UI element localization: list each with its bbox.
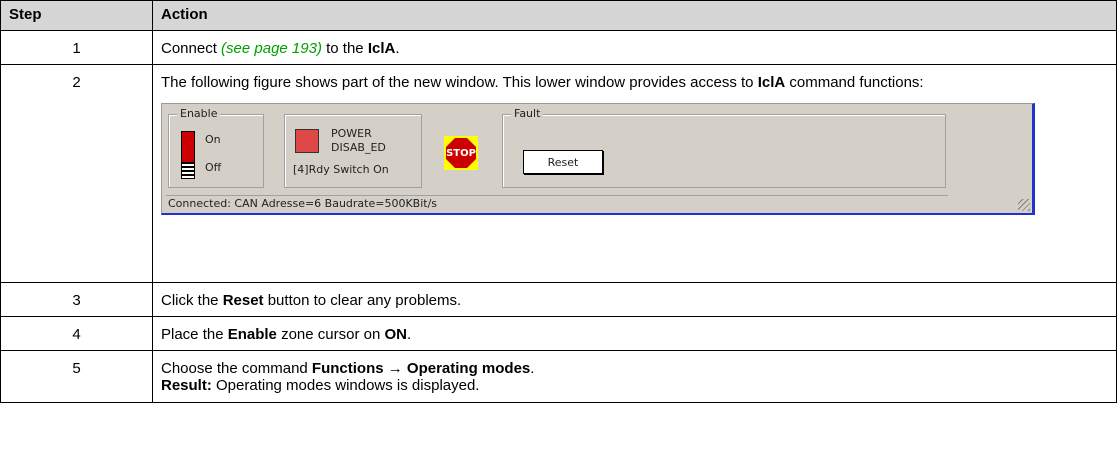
action-header: Action [152, 0, 1117, 31]
action-text: The following figure shows part of the n… [161, 74, 758, 91]
button-name: Reset [222, 292, 264, 309]
command-window-figure: Enable On Off POWER DISAB_ED [4]Rdy Swit… [161, 103, 1035, 215]
action-text: Place the [161, 326, 228, 343]
step-header: Step [0, 0, 153, 31]
power-status-label: DISAB_ED [331, 141, 386, 154]
fault-group-title: Fault [511, 107, 544, 120]
table-row: 4 Place the Enable zone cursor on ON. [0, 316, 1117, 351]
device-name: IclA [367, 40, 396, 57]
step-number: 5 [0, 350, 153, 403]
zone-name: Enable [227, 326, 277, 343]
step-action: Place the Enable zone cursor on ON. [152, 316, 1117, 351]
power-led-indicator [295, 129, 319, 153]
stop-icon: STOP [446, 138, 476, 168]
switch-off-label: Off [205, 161, 222, 174]
action-text: command functions: [785, 74, 924, 91]
action-text: . [395, 40, 400, 57]
action-text: button to clear any problems. [263, 292, 462, 309]
page-link[interactable]: (see page 193) [221, 40, 322, 57]
table-row: 1 Connect (see page 193) to the IclA. [0, 30, 1117, 65]
device-name: IclA [757, 74, 786, 91]
result-text: Operating modes windows is displayed. [211, 377, 480, 394]
step-action: Choose the command Functions → Operating… [152, 350, 1117, 403]
action-paragraph: Choose the command Functions → Operating… [161, 360, 1108, 377]
action-text: Choose the command [161, 360, 312, 377]
table-row: 5 Choose the command Functions → Operati… [0, 350, 1117, 403]
table-row: 3 Click the Reset button to clear any pr… [0, 282, 1117, 317]
device-state-label: [4]Rdy Switch On [293, 163, 389, 176]
steps-table: Step Action 1 Connect (see page 193) to … [0, 0, 1117, 403]
power-state-group: POWER DISAB_ED [4]Rdy Switch On [284, 114, 422, 188]
action-paragraph: The following figure shows part of the n… [161, 74, 1108, 91]
enable-group-title: Enable [177, 107, 221, 120]
action-text: . [406, 326, 412, 343]
action-text: Connect [161, 40, 222, 57]
enable-switch[interactable] [181, 131, 195, 179]
table-row: 2 The following figure shows part of the… [0, 64, 1117, 283]
connection-status-bar: Connected: CAN Adresse=6 Baudrate=500KBi… [166, 195, 948, 212]
result-label: Result: [161, 377, 212, 394]
action-text: zone cursor on [276, 326, 385, 343]
fault-group: Fault Reset [502, 107, 946, 188]
step-action: Click the Reset button to clear any prob… [152, 282, 1117, 317]
cursor-value: ON [384, 326, 407, 343]
step-number: 1 [0, 30, 153, 65]
step-action: The following figure shows part of the n… [152, 64, 1117, 283]
reset-button[interactable]: Reset [523, 150, 603, 174]
switch-on-label: On [205, 133, 221, 146]
step-action: Connect (see page 193) to the IclA. [152, 30, 1117, 65]
switch-cursor[interactable] [182, 162, 194, 178]
resize-grip-icon[interactable] [1018, 199, 1030, 211]
step-number: 3 [0, 282, 153, 317]
action-text: Click the [161, 292, 223, 309]
command-path: Functions → Operating modes [311, 360, 531, 377]
action-text: . [530, 360, 535, 377]
enable-group: Enable On Off [168, 107, 264, 188]
power-label: POWER [331, 127, 372, 140]
result-line: Result: Operating modes windows is displ… [161, 377, 1108, 394]
step-number: 2 [0, 64, 153, 283]
step-number: 4 [0, 316, 153, 351]
stop-button[interactable]: STOP [444, 136, 478, 170]
action-text: to the [321, 40, 368, 57]
table-header-row: Step Action [0, 0, 1117, 31]
